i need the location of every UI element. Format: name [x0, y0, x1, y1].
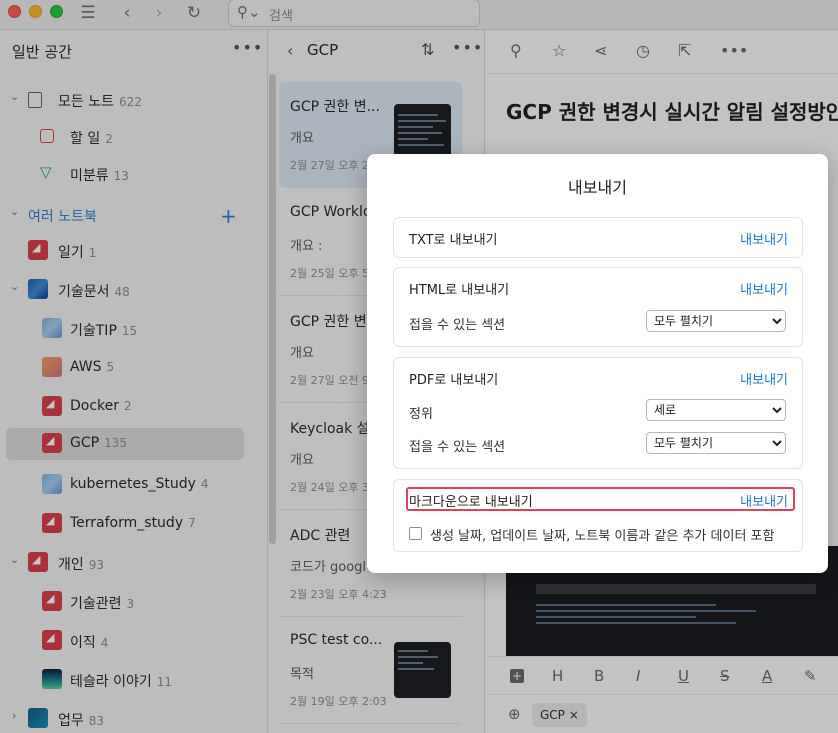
txt-export-section: TXT로 내보내기 내보내기	[393, 217, 803, 258]
pdf-orientation-label: 정위	[409, 407, 433, 422]
pdf-export-button[interactable]: 내보내기	[740, 369, 788, 388]
txt-export-button[interactable]: 내보내기	[740, 229, 788, 248]
pdf-orientation-select[interactable]: 세로	[646, 399, 786, 421]
include-metadata-checkbox[interactable]	[409, 527, 422, 540]
export-dialog: 내보내기 TXT로 내보내기 내보내기 HTML로 내보내기 내보내기 접을 수…	[367, 154, 828, 573]
pdf-collapsible-label: 접을 수 있는 섹션	[409, 440, 506, 455]
markdown-export-button[interactable]: 내보내기	[740, 491, 788, 510]
html-collapsible-label: 접을 수 있는 섹션	[409, 318, 506, 333]
dialog-title: 내보내기	[568, 178, 627, 197]
markdown-export-row: 마크다운으로 내보내기 내보내기	[406, 487, 795, 511]
txt-export-label: TXT로 내보내기	[409, 233, 498, 248]
html-export-section: HTML로 내보내기 내보내기 접을 수 있는 섹션 모두 펼치기	[393, 267, 803, 347]
include-metadata-label: 생성 날짜, 업데이트 날짜, 노트북 이름과 같은 추가 데이터 포함	[430, 529, 775, 544]
markdown-export-label: 마크다운으로 내보내기	[409, 495, 533, 510]
pdf-export-section: PDF로 내보내기 내보내기 정위 세로 접을 수 있는 섹션 모두 펼치기	[393, 357, 803, 469]
html-export-button[interactable]: 내보내기	[740, 279, 788, 298]
pdf-export-label: PDF로 내보내기	[409, 373, 499, 388]
html-collapsible-select[interactable]: 모두 펼치기	[646, 310, 786, 332]
pdf-collapsible-select[interactable]: 모두 펼치기	[646, 432, 786, 454]
html-export-label: HTML로 내보내기	[409, 283, 510, 298]
